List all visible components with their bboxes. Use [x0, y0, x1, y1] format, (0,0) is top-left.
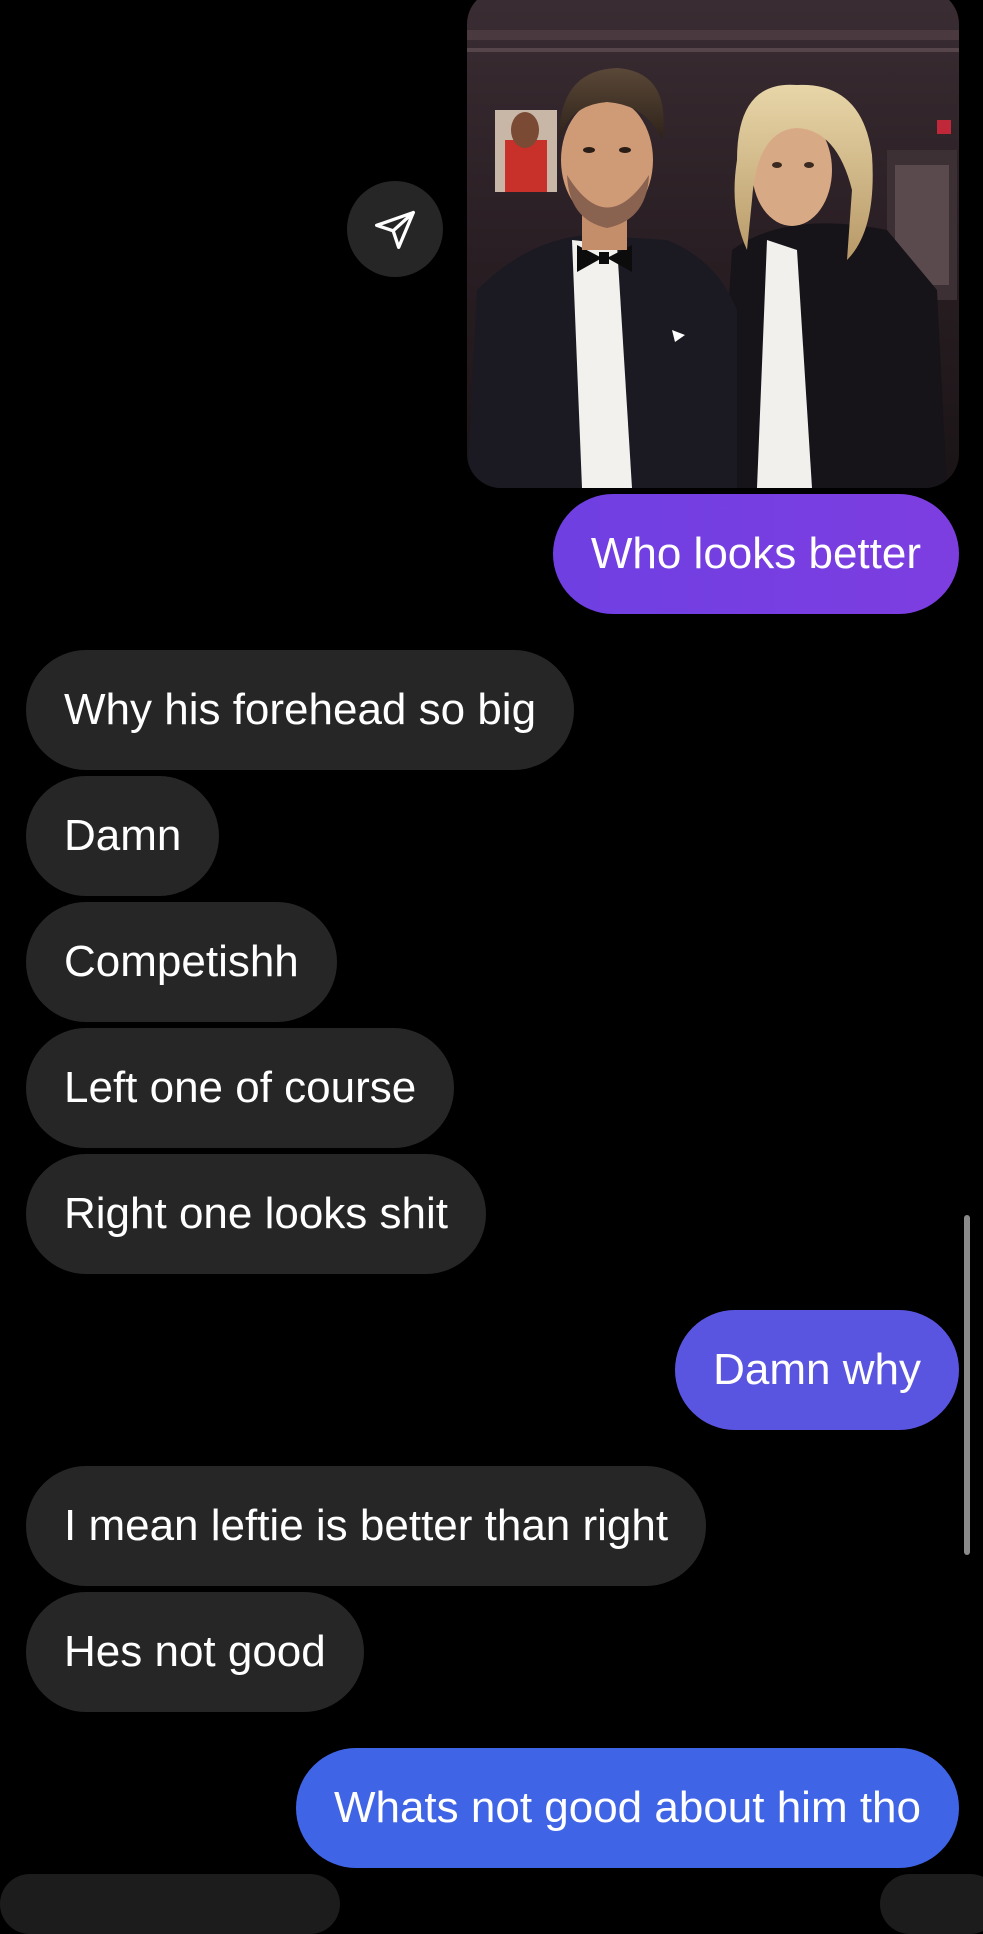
message-incoming[interactable]: Left one of course [26, 1028, 455, 1148]
partial-message-bubble [0, 1874, 340, 1934]
scrollbar[interactable] [964, 1215, 970, 1555]
paper-plane-icon [375, 210, 415, 249]
message-incoming[interactable]: I mean leftie is better than right [26, 1466, 707, 1586]
share-button[interactable] [347, 181, 443, 277]
message-incoming[interactable]: Why his forehead so big [26, 650, 575, 770]
message-incoming[interactable]: Right one looks shit [26, 1154, 486, 1274]
message-incoming[interactable]: Damn [26, 776, 220, 896]
message-outgoing[interactable]: Who looks better [552, 494, 959, 614]
message-outgoing[interactable]: Damn why [675, 1310, 959, 1430]
message-incoming[interactable]: Hes not good [26, 1592, 364, 1712]
message-outgoing[interactable]: Whats not good about him tho [295, 1748, 959, 1868]
shared-photo-image [467, 0, 959, 488]
shared-photo[interactable] [467, 0, 959, 488]
partial-message-bubble [880, 1874, 983, 1934]
message-incoming[interactable]: Competishh [26, 902, 337, 1022]
